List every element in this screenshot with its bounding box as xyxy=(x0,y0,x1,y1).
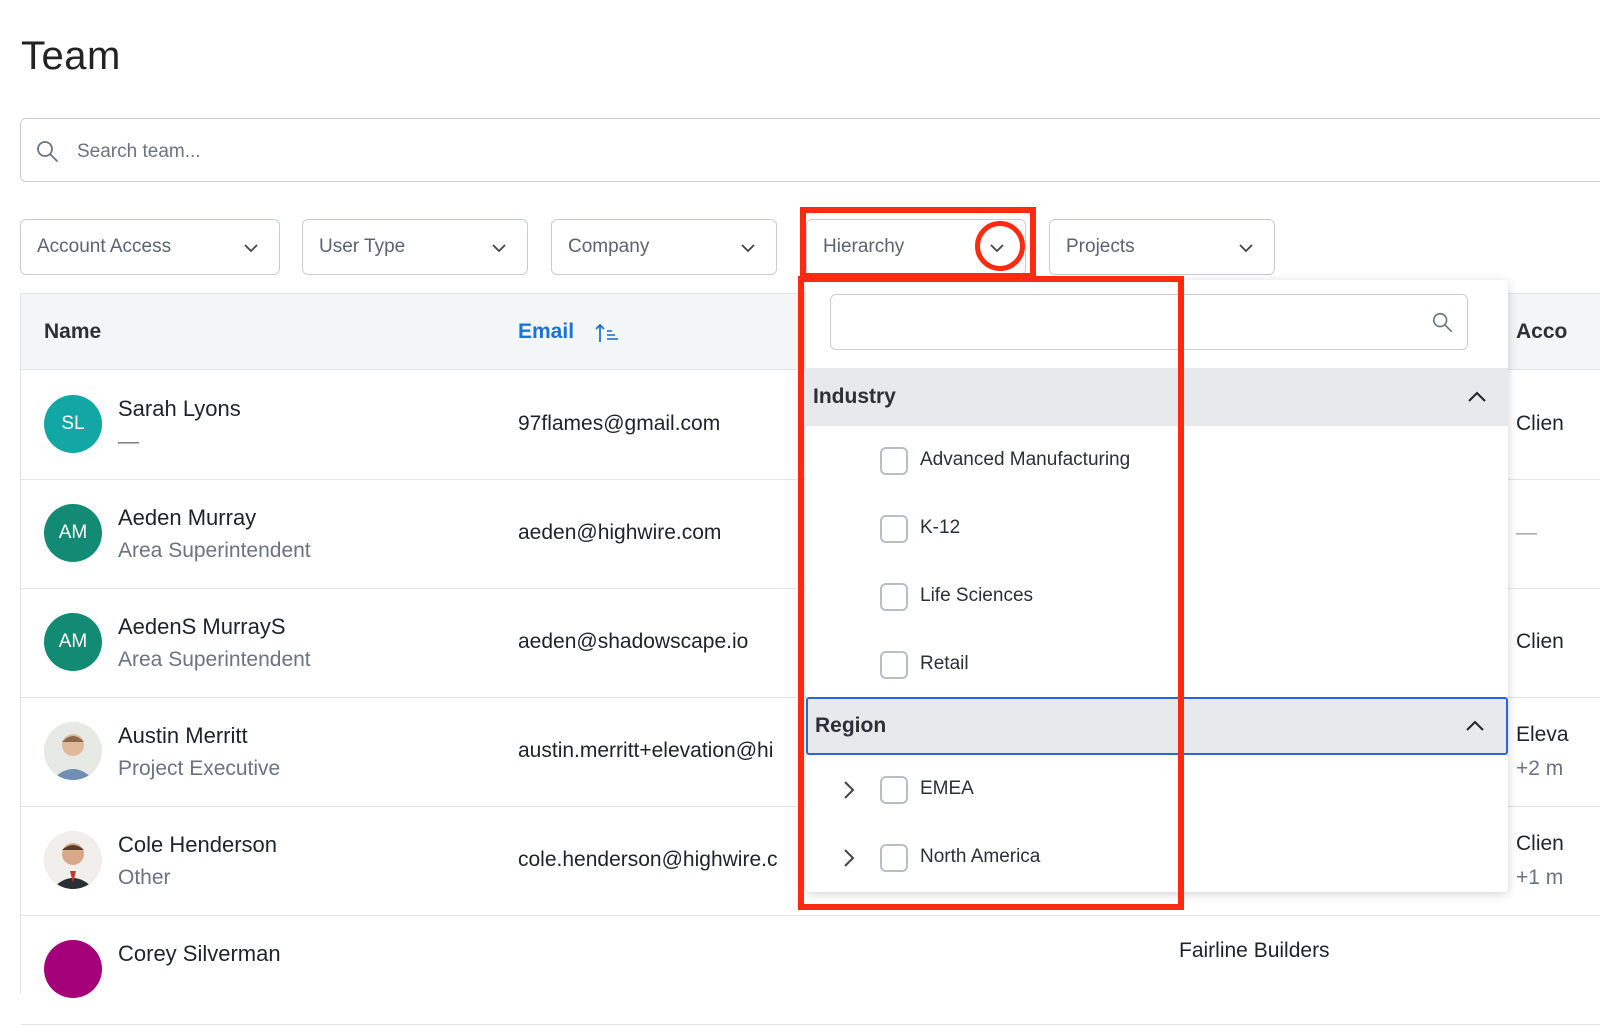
filter-label: Company xyxy=(568,236,650,257)
member-account-more[interactable]: +1 m xyxy=(1516,866,1563,890)
checkbox[interactable] xyxy=(880,651,908,679)
filter-label: Projects xyxy=(1066,236,1135,257)
member-account: Clien xyxy=(1516,412,1564,435)
member-name: Aeden Murray xyxy=(118,505,257,530)
chevron-down-icon[interactable] xyxy=(987,238,1007,258)
option-label: Life Sciences xyxy=(920,585,1034,606)
member-email: austin.merritt+elevation@hi xyxy=(518,739,774,762)
chevron-down-icon xyxy=(1239,244,1253,253)
member-email: 97flames@gmail.com xyxy=(518,412,721,435)
avatar: AM xyxy=(44,613,102,671)
filter-label: Hierarchy xyxy=(823,236,905,257)
member-name: Austin Merritt xyxy=(118,723,248,748)
group-header-region[interactable]: Region xyxy=(806,697,1508,755)
option-life-sciences[interactable]: Life Sciences xyxy=(806,563,1508,631)
page-title: Team xyxy=(21,34,121,78)
chevron-down-icon xyxy=(741,244,755,253)
option-k-12[interactable]: K-12 xyxy=(806,495,1508,563)
avatar: SL xyxy=(44,395,102,453)
option-advanced-manufacturing[interactable]: Advanced Manufacturing xyxy=(806,427,1508,495)
avatar xyxy=(44,722,102,780)
member-name: Cole Henderson xyxy=(118,832,277,857)
member-name: AedenS MurrayS xyxy=(118,614,286,639)
column-header-email[interactable]: Email xyxy=(518,320,574,344)
person-photo-icon xyxy=(44,722,102,780)
member-account: Clien xyxy=(1516,832,1564,855)
option-label: Advanced Manufacturing xyxy=(920,449,1131,470)
member-name: Sarah Lyons xyxy=(118,396,241,421)
option-label: EMEA xyxy=(920,778,974,799)
dropdown-search-input[interactable] xyxy=(843,305,1407,341)
checkbox[interactable] xyxy=(880,844,908,872)
search-icon xyxy=(1432,312,1452,332)
search-icon xyxy=(37,141,58,162)
member-title: Other xyxy=(118,866,171,889)
group-header-industry[interactable]: Industry xyxy=(806,368,1508,426)
search-bar[interactable] xyxy=(20,118,1600,182)
member-account: — xyxy=(1516,521,1537,544)
checkbox[interactable] xyxy=(880,583,908,611)
member-email: aeden@highwire.com xyxy=(518,521,722,544)
checkbox[interactable] xyxy=(880,776,908,804)
filter-user-type[interactable]: User Type xyxy=(302,219,528,275)
option-label: K-12 xyxy=(920,517,961,538)
avatar xyxy=(44,940,102,998)
member-title: Project Executive xyxy=(118,757,281,780)
option-label: North America xyxy=(920,846,1041,867)
avatar xyxy=(44,831,102,889)
option-emea[interactable]: EMEA xyxy=(806,756,1508,824)
chevron-down-icon xyxy=(244,244,258,253)
member-email: cole.henderson@highwire.c xyxy=(518,848,778,871)
member-account: Clien xyxy=(1516,630,1564,653)
member-title: Area Superintendent xyxy=(118,539,311,562)
filter-company[interactable]: Company xyxy=(551,219,777,275)
member-company: Fairline Builders xyxy=(1179,939,1330,962)
chevron-down-icon xyxy=(492,244,506,253)
hierarchy-dropdown: Industry Advanced Manufacturing K-12 Lif… xyxy=(806,280,1508,892)
checkbox[interactable] xyxy=(880,447,908,475)
sort-ascending-icon[interactable] xyxy=(594,322,620,344)
option-retail[interactable]: Retail xyxy=(806,631,1508,699)
column-header-account[interactable]: Acco xyxy=(1516,320,1567,344)
group-label: Region xyxy=(815,714,887,737)
table-row[interactable]: Corey Silverman Fairline Builders xyxy=(21,915,1600,1025)
member-email: aeden@shadowscape.io xyxy=(518,630,749,653)
checkbox[interactable] xyxy=(880,515,908,543)
search-input[interactable] xyxy=(75,133,679,171)
filter-label: Account Access xyxy=(37,236,172,257)
member-account: Eleva xyxy=(1516,723,1569,746)
chevron-up-icon[interactable] xyxy=(1464,715,1486,737)
column-header-name[interactable]: Name xyxy=(44,320,101,344)
chevron-right-icon[interactable] xyxy=(838,778,860,802)
member-title: Area Superintendent xyxy=(118,648,311,671)
chevron-right-icon[interactable] xyxy=(838,846,860,870)
chevron-up-icon[interactable] xyxy=(1466,386,1488,408)
filter-label: User Type xyxy=(319,236,406,257)
member-name: Corey Silverman xyxy=(118,941,281,966)
member-account-more[interactable]: +2 m xyxy=(1516,757,1563,781)
filter-account-access[interactable]: Account Access xyxy=(20,219,280,275)
group-label: Industry xyxy=(813,385,896,408)
filter-hierarchy[interactable]: Hierarchy xyxy=(806,219,1026,275)
dropdown-search[interactable] xyxy=(830,294,1468,350)
option-label: Retail xyxy=(920,653,969,674)
option-north-america[interactable]: North America xyxy=(806,824,1508,892)
avatar: AM xyxy=(44,504,102,562)
member-title: — xyxy=(118,430,139,453)
person-photo-icon xyxy=(44,831,102,889)
filter-projects[interactable]: Projects xyxy=(1049,219,1275,275)
